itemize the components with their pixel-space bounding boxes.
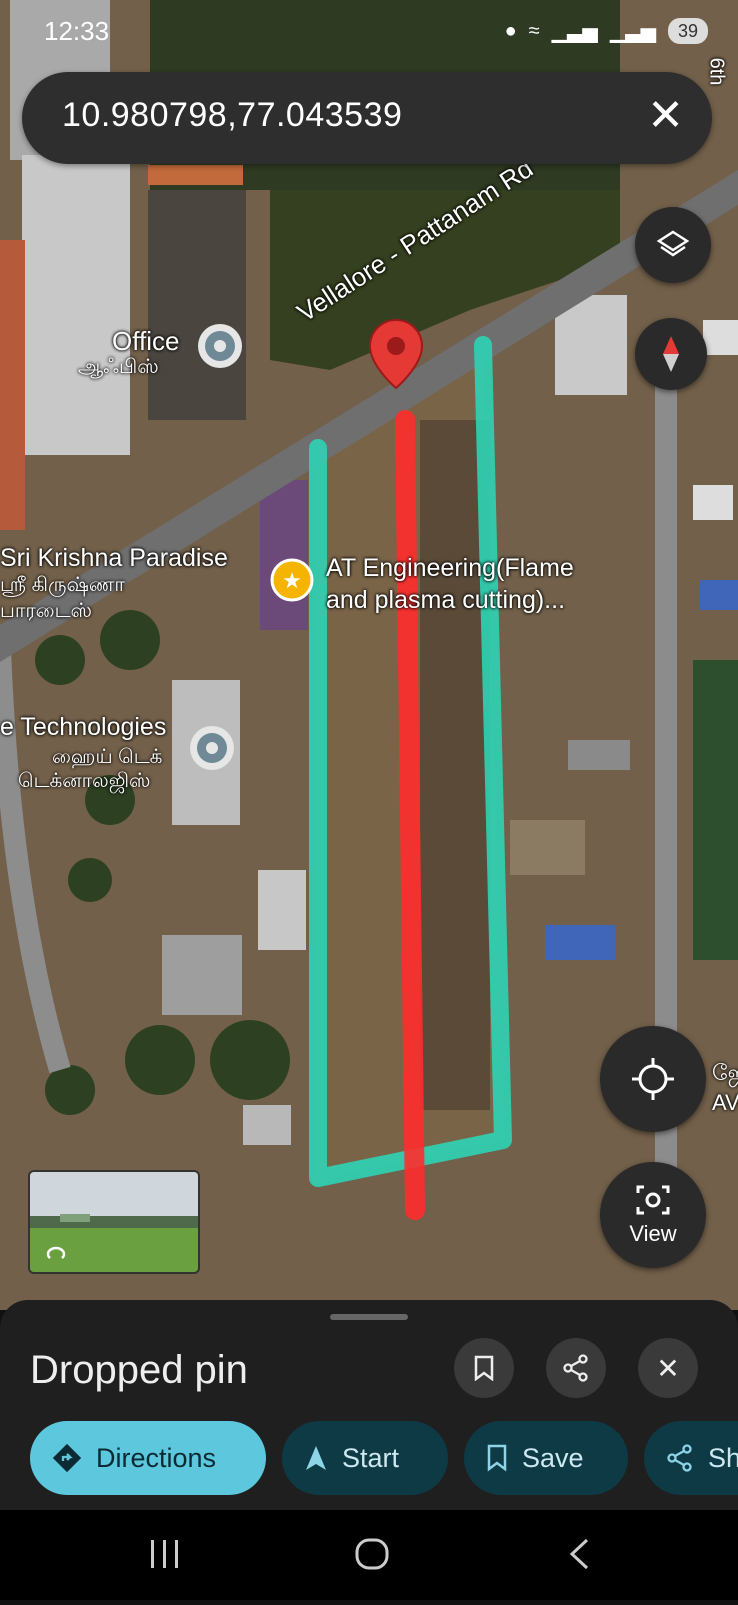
bottom-sheet[interactable]: Dropped pin ✕ Directions Start Save Sh	[0, 1300, 738, 1510]
camera-scan-icon	[636, 1185, 670, 1215]
share-icon	[563, 1354, 588, 1382]
compass-button[interactable]	[635, 318, 707, 390]
sri-krishna-tamil-2: பாரடைஸ்	[0, 600, 92, 622]
sri-krishna-tamil-1: ஸ்ரீ கிருஷ்ணா	[0, 574, 125, 596]
status-icons: ● ≈ ▁▃▅ ▁▃▅ 39	[505, 18, 708, 44]
sheet-drag-handle[interactable]	[330, 1314, 408, 1320]
edge-label-2: AV	[712, 1090, 738, 1115]
share-label: Sh	[708, 1442, 738, 1473]
save-bookmark-icon	[486, 1444, 508, 1472]
share-button[interactable]	[546, 1338, 606, 1398]
battery-indicator: 39	[667, 18, 708, 44]
home-icon	[355, 1538, 389, 1570]
edge-label-1: ஜே	[712, 1060, 738, 1085]
start-label: Start	[342, 1442, 400, 1473]
view-button[interactable]: View	[600, 1162, 706, 1268]
technologies-tamil-2: டெக்னாலஜிஸ்	[18, 770, 151, 792]
star-pin-icon: ★	[270, 558, 314, 602]
sheet-title: Dropped pin	[30, 1348, 248, 1392]
street-view-image	[30, 1172, 198, 1272]
my-location-button[interactable]	[600, 1026, 706, 1132]
view-label: View	[629, 1221, 677, 1246]
road-label-right: 6th	[705, 57, 728, 86]
signal-icon: ▁▃▅	[551, 20, 598, 43]
bookmark-icon	[474, 1355, 494, 1381]
technologies-label[interactable]: e Technologies	[0, 713, 166, 742]
status-time: 12:33	[44, 16, 110, 46]
navigation-arrow-icon	[304, 1444, 328, 1472]
layers-button[interactable]	[635, 207, 711, 283]
share-pill-icon	[666, 1444, 694, 1472]
search-bar[interactable]: 10.980798,77.043539 ✕	[22, 72, 712, 164]
recent-apps-icon	[151, 1540, 178, 1568]
at-engineering-label-1[interactable]: AT Engineering(Flame	[326, 554, 574, 583]
status-bar: 12:33 ● ≈ ▁▃▅ ▁▃▅ 39	[0, 0, 738, 60]
directions-button[interactable]: Directions	[30, 1421, 266, 1495]
compass-icon	[663, 336, 679, 372]
office-label[interactable]: Office	[112, 326, 179, 357]
system-nav-bar	[0, 1510, 738, 1600]
directions-icon	[52, 1443, 82, 1473]
at-engineering-label-2[interactable]: and plasma cutting)...	[326, 586, 565, 615]
save-button[interactable]: Save	[464, 1421, 628, 1495]
center-line	[395, 410, 425, 1220]
location-icon: ●	[504, 19, 517, 42]
bookmark-button[interactable]	[454, 1338, 514, 1398]
share-pill-button[interactable]: Sh	[644, 1421, 738, 1495]
office-tamil-label: ஆஃபிஸ்	[78, 356, 159, 378]
search-query[interactable]: 10.980798,77.043539	[62, 96, 402, 135]
close-sheet-button[interactable]: ✕	[638, 1338, 698, 1398]
signal-icon-2: ▁▃▅	[609, 20, 656, 43]
office-pin-icon	[198, 324, 242, 368]
back-icon	[569, 1538, 589, 1570]
crosshair-icon	[632, 1058, 674, 1100]
technologies-pin-icon	[190, 726, 234, 770]
directions-label: Directions	[96, 1442, 217, 1473]
save-label: Save	[522, 1442, 584, 1473]
close-search-icon[interactable]: ✕	[647, 90, 684, 142]
layers-icon	[656, 230, 690, 257]
close-icon: ✕	[656, 1352, 680, 1384]
wifi-icon: ≈	[528, 19, 540, 42]
start-button[interactable]: Start	[282, 1421, 448, 1495]
street-view-thumbnail[interactable]	[28, 1170, 200, 1274]
svg-text:★: ★	[282, 569, 302, 594]
sri-krishna-label[interactable]: Sri Krishna Paradise	[0, 544, 228, 573]
technologies-tamil-1: ஹைய் டெக்	[52, 746, 163, 768]
